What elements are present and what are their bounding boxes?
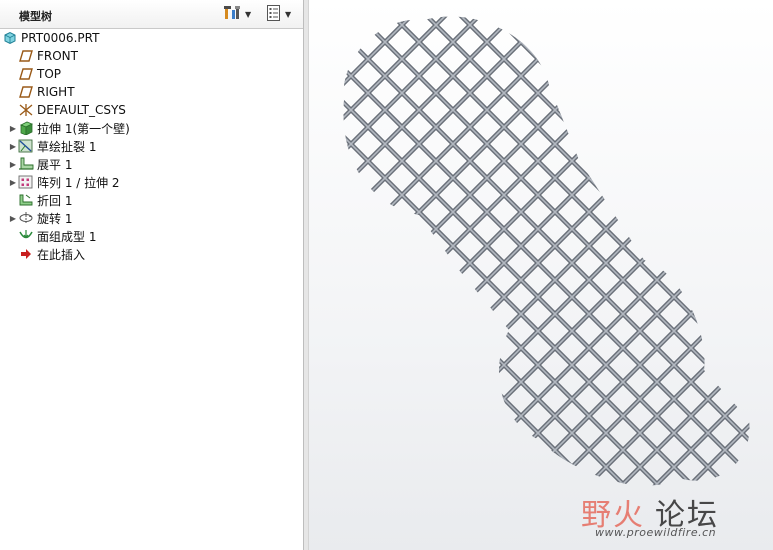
csys-icon [18,102,34,118]
tree-item-front[interactable]: FRONT [8,47,308,65]
expand-arrow-icon[interactable]: ▶ [8,160,18,169]
tree-item-bend-back-1[interactable]: 折回 1 [8,191,308,209]
tree-item-quilt-form-1[interactable]: 面组成型 1 [8,227,308,245]
expand-arrow-icon[interactable]: ▶ [8,142,18,151]
list-settings-icon [266,4,282,24]
sketch-rip-icon [18,138,34,154]
watermark-url: www.proewildfire.cn [595,526,717,539]
quilt-form-icon [18,228,34,244]
revolve-icon [18,210,34,226]
tree-root-label: PRT0006.PRT [21,31,100,45]
tree-item-default-csys[interactable]: DEFAULT_CSYS [8,101,308,119]
tree-item-insert-here[interactable]: 在此插入 [8,245,308,263]
tree-root-item[interactable]: PRT0006.PRT [2,29,302,47]
graphics-viewport[interactable]: 野火 论坛 www.proewildfire.cn [309,0,773,550]
expand-arrow-icon[interactable]: ▶ [8,124,18,133]
datum-plane-icon [18,84,34,100]
bend-back-icon [18,192,34,208]
expand-arrow-icon[interactable]: ▶ [8,178,18,187]
tree-item-extrude-1[interactable]: ▶ 拉伸 1(第一个壁) [8,119,308,137]
show-dropdown-button[interactable]: ▼ [266,4,291,24]
model-tree-panel: 模型树 ▼ ▼ PRT0006.PRT FRONT TOP RIGHT DEFA… [0,0,303,550]
stent-lattice [343,16,750,486]
tools-icon [224,5,242,24]
expand-arrow-icon[interactable]: ▶ [8,214,18,223]
chevron-down-icon: ▼ [285,9,292,19]
tree-item-top[interactable]: TOP [8,65,308,83]
settings-dropdown-button[interactable]: ▼ [224,4,251,24]
tree-item-pattern-1[interactable]: ▶ 阵列 1 / 拉伸 2 [8,173,308,191]
pattern-icon [18,174,34,190]
tree-item-revolve-1[interactable]: ▶ 旋转 1 [8,209,308,227]
part-icon [2,30,18,46]
unbend-icon [18,156,34,172]
tree-item-sketched-rip-1[interactable]: ▶ 草绘扯裂 1 [8,137,308,155]
datum-plane-icon [18,48,34,64]
insert-here-arrow-icon [18,246,34,262]
tree-item-unbend-1[interactable]: ▶ 展平 1 [8,155,308,173]
datum-plane-icon [18,66,34,82]
stent-model [343,16,750,486]
tree-item-right[interactable]: RIGHT [8,83,308,101]
model-tree-header: 模型树 ▼ ▼ [0,0,303,29]
extrude-wall-icon [18,120,34,136]
chevron-down-icon: ▼ [245,9,252,19]
model-tree-title: 模型树 [19,10,52,23]
forum-watermark: 野火 论坛 www.proewildfire.cn [575,484,765,544]
